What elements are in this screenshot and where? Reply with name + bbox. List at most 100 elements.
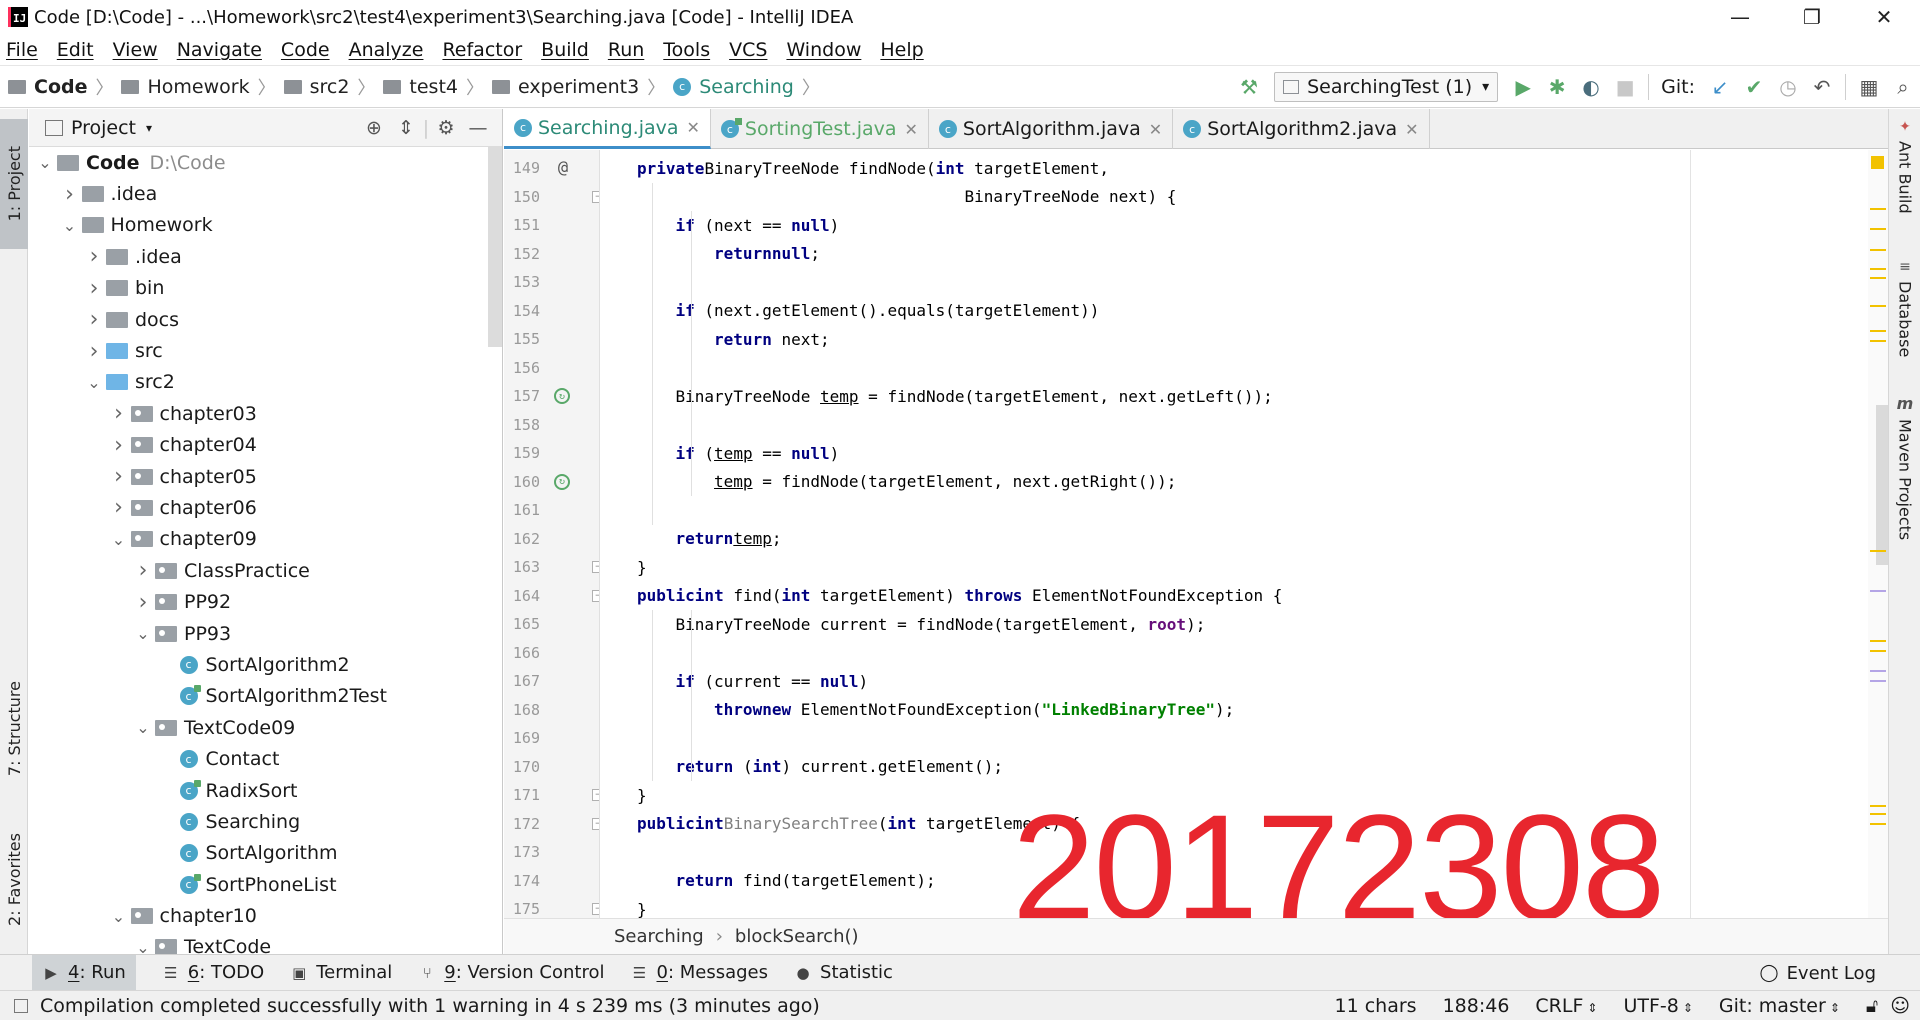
tool-tab-ant-build[interactable]: ✦ Ant Build [1889, 119, 1920, 214]
chevron-down-icon[interactable]: ⌄ [107, 530, 131, 549]
stop-icon[interactable]: ■ [1608, 70, 1642, 104]
tree-item[interactable]: › ClassPractice [29, 555, 487, 586]
tree-item[interactable]: ⌄ chapter10 [29, 900, 487, 931]
readonly-lock-icon[interactable]: 🔓︎ [1866, 995, 1878, 1017]
menu-run[interactable]: Run [608, 39, 644, 61]
tree-item[interactable]: ⌄ TextCode09 [29, 712, 487, 743]
editor-tab[interactable]: c SortingTest.java ✕ [711, 109, 929, 149]
chevron-down-icon[interactable]: ⌄ [107, 907, 131, 926]
fold-marker-icon[interactable]: − [592, 190, 599, 203]
fold-marker-icon[interactable]: − [592, 561, 599, 574]
line-separator-widget[interactable]: CRLF ⇕ [1535, 995, 1597, 1017]
breadcrumb-item[interactable]: test4 〉 [375, 74, 484, 100]
error-stripe-mark[interactable] [1870, 305, 1886, 307]
encoding-widget[interactable]: UTF-8 ⇕ [1623, 995, 1692, 1017]
breadcrumb-item[interactable]: c Searching 〉 [665, 74, 820, 100]
chevron-right-icon[interactable]: › [107, 433, 131, 458]
chevron-right-icon[interactable]: › [107, 464, 131, 489]
error-stripe-mark[interactable] [1870, 640, 1886, 642]
vcs-commit-icon[interactable]: ✔ [1737, 70, 1771, 104]
editor-tab[interactable]: c Searching.java ✕ [504, 109, 711, 149]
project-tree-scrollbar[interactable] [488, 147, 502, 347]
chevron-down-icon[interactable]: ▾ [146, 121, 152, 135]
fold-marker-icon[interactable]: − [592, 589, 599, 602]
tool-tab-project[interactable]: 1: Project [0, 119, 28, 249]
error-stripe-mark[interactable] [1870, 590, 1886, 592]
chevron-down-icon[interactable]: ⌄ [33, 153, 57, 172]
tree-item[interactable]: › .idea [29, 241, 487, 272]
search-icon[interactable]: ⌕ [1886, 70, 1920, 104]
coverage-icon[interactable]: ◐ [1574, 70, 1608, 104]
menu-tools[interactable]: Tools [663, 39, 710, 61]
chevron-right-icon[interactable]: › [131, 590, 155, 615]
chevron-right-icon[interactable]: › [58, 182, 82, 207]
breadcrumb-item[interactable]: src2 〉 [276, 74, 375, 100]
error-stripe-mark[interactable] [1870, 249, 1886, 251]
chevron-right-icon[interactable]: › [131, 558, 155, 583]
tree-item[interactable]: › chapter04 [29, 430, 487, 461]
chevron-down-icon[interactable]: ⌄ [82, 373, 106, 392]
error-stripe-mark[interactable] [1870, 813, 1886, 815]
error-stripe-mark[interactable] [1870, 228, 1886, 230]
minimize-icon[interactable]: — [1704, 0, 1776, 34]
vcs-update-icon[interactable]: ↙ [1703, 70, 1737, 104]
editor-tab[interactable]: c SortAlgorithm.java ✕ [929, 109, 1174, 149]
error-stripe-mark[interactable] [1870, 208, 1886, 210]
project-structure-icon[interactable]: ▦ [1852, 70, 1886, 104]
error-stripe-mark[interactable] [1870, 650, 1886, 652]
close-tab-icon[interactable]: ✕ [905, 120, 918, 139]
close-tab-icon[interactable]: ✕ [1149, 120, 1162, 139]
tree-item[interactable]: ⌄ PP93 [29, 618, 487, 649]
bottom-tool-todo[interactable]: ☰ 6: TODO [162, 962, 264, 983]
editor-breadcrumb-class[interactable]: Searching [614, 926, 704, 947]
editor-breadcrumb-method[interactable]: blockSearch() [735, 926, 859, 947]
tree-item[interactable]: c Searching [29, 806, 487, 837]
chevron-down-icon[interactable]: ⌄ [131, 718, 155, 737]
tree-item[interactable]: c RadixSort [29, 775, 487, 806]
menu-file[interactable]: File [6, 39, 38, 61]
git-branch-widget[interactable]: Git: master ⇕ [1719, 995, 1840, 1017]
toggle-tool-windows-icon[interactable] [14, 998, 28, 1013]
tool-tab-structure[interactable]: 7: Structure [0, 664, 28, 794]
chevron-right-icon[interactable]: › [82, 244, 106, 269]
locate-target-icon[interactable]: ⊕ [358, 117, 390, 139]
project-panel-title[interactable]: Project [71, 117, 136, 139]
gear-icon[interactable]: ⚙ [430, 117, 462, 139]
menu-build[interactable]: Build [541, 39, 589, 61]
run-icon[interactable]: ▶ [1506, 70, 1540, 104]
debug-bug-icon[interactable]: ✱ [1540, 70, 1574, 104]
tree-item[interactable]: › PP92 [29, 586, 487, 617]
tree-item[interactable]: c SortAlgorithm2 [29, 649, 487, 680]
tool-tab-favorites[interactable]: 2: Favorites [0, 814, 28, 944]
tool-tab-maven-projects[interactable]: m Maven Projects [1889, 394, 1920, 540]
error-stripe-mark[interactable] [1870, 823, 1886, 825]
vcs-history-icon[interactable]: ◷ [1771, 70, 1805, 104]
override-marker-icon[interactable]: @ [554, 158, 572, 178]
chevron-right-icon[interactable]: › [107, 401, 131, 426]
caret-position[interactable]: 188:46 [1443, 995, 1510, 1017]
tree-item[interactable]: c SortAlgorithm [29, 838, 487, 869]
error-stripe-mark[interactable] [1870, 330, 1886, 332]
tree-item[interactable]: c Contact [29, 743, 487, 774]
bottom-tool-run[interactable]: ▶ 4: Run [32, 954, 136, 991]
tree-item[interactable]: › .idea [29, 178, 487, 209]
tree-item[interactable]: › docs [29, 304, 487, 335]
close-icon[interactable]: ✕ [1848, 0, 1920, 34]
tree-item[interactable]: › chapter06 [29, 492, 487, 523]
tree-item[interactable]: › src [29, 335, 487, 366]
menu-edit[interactable]: Edit [57, 39, 94, 61]
tree-item[interactable]: › chapter05 [29, 461, 487, 492]
tree-item[interactable]: c SortAlgorithm2Test [29, 681, 487, 712]
tree-item[interactable]: ⌄ src2 [29, 367, 487, 398]
close-tab-icon[interactable]: ✕ [1405, 120, 1418, 139]
tree-item[interactable]: › chapter03 [29, 398, 487, 429]
chevron-right-icon[interactable]: › [107, 495, 131, 520]
breadcrumb-item[interactable]: Homework 〉 [113, 74, 276, 100]
fold-marker-icon[interactable]: − [592, 789, 599, 802]
error-stripe-mark[interactable] [1870, 680, 1886, 682]
menu-refactor[interactable]: Refactor [442, 39, 522, 61]
build-hammer-icon[interactable]: ⚒ [1232, 70, 1266, 104]
bottom-tool-terminal[interactable]: ▣ Terminal [290, 962, 392, 983]
error-stripe-mark[interactable] [1870, 670, 1886, 672]
tree-item[interactable]: ⌄ TextCode [29, 932, 487, 954]
